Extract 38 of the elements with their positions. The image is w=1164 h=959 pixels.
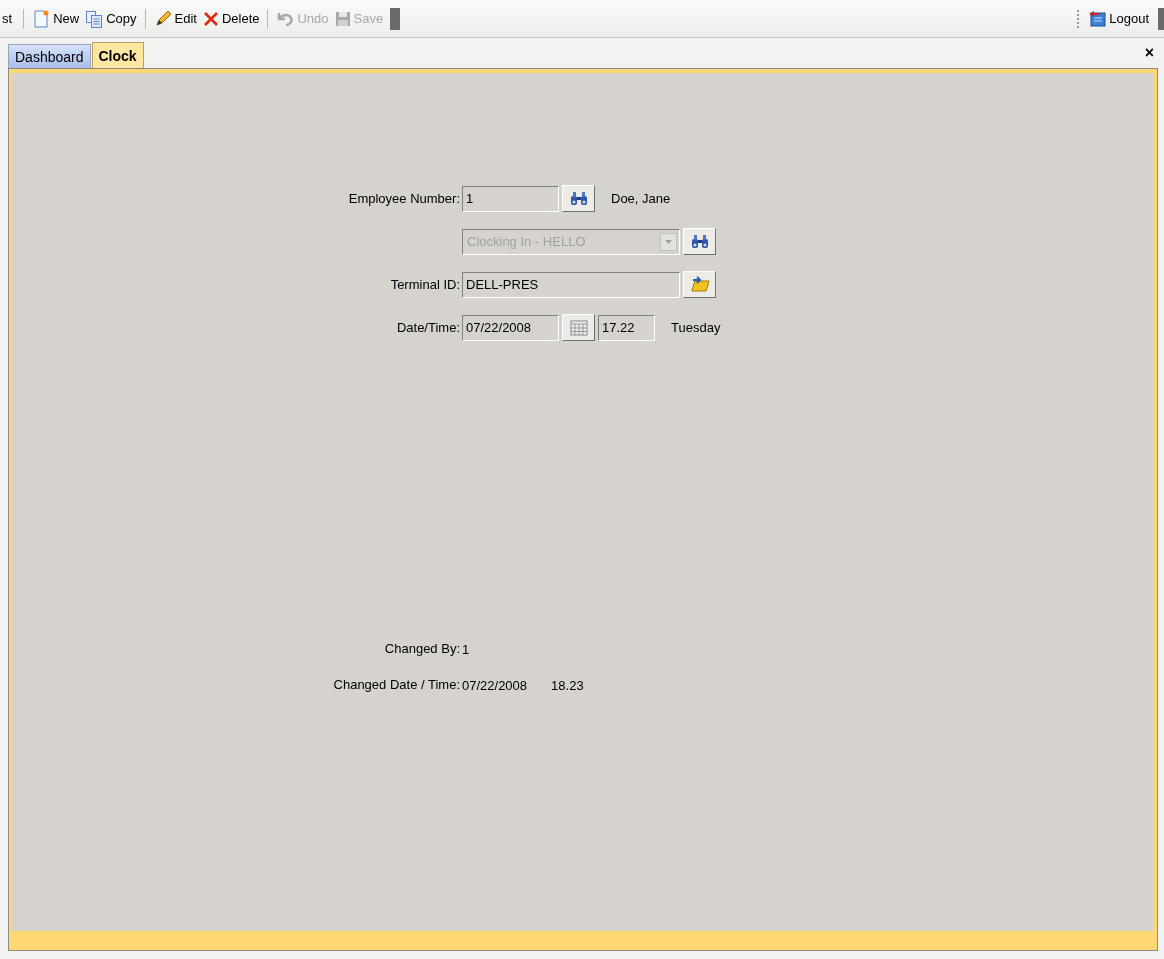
binoculars-icon bbox=[690, 234, 709, 249]
folder-arrow-icon bbox=[689, 276, 710, 293]
copy-icon bbox=[85, 9, 104, 28]
date-field[interactable]: 07/22/2008 bbox=[462, 314, 559, 341]
audit-label: Changed By: bbox=[383, 640, 461, 658]
logout-icon bbox=[1088, 10, 1107, 27]
select-button[interactable] bbox=[683, 271, 716, 298]
delete-button[interactable]: Delete bbox=[199, 8, 263, 29]
calendar-icon bbox=[569, 319, 588, 336]
employee-number-field[interactable]: 1 bbox=[462, 185, 559, 212]
weekday: Tuesday bbox=[671, 320, 721, 335]
time-field[interactable]: 17.22 bbox=[598, 314, 655, 341]
undo-icon bbox=[276, 10, 295, 27]
edit-button[interactable]: Edit bbox=[150, 7, 200, 30]
binoculars-icon bbox=[569, 191, 588, 206]
new-button[interactable]: New bbox=[29, 7, 83, 30]
terminal-id-field[interactable]: DELL-PRES bbox=[462, 271, 680, 298]
new-document-icon bbox=[32, 9, 51, 28]
toolbar-text: st bbox=[2, 11, 13, 26]
field-label: Terminal ID: bbox=[389, 277, 461, 292]
close-icon bbox=[202, 10, 219, 27]
close-tab-button[interactable]: × bbox=[1140, 44, 1158, 62]
save-icon bbox=[334, 10, 351, 27]
employee-name: Doe, Jane bbox=[611, 191, 671, 206]
tab[interactable]: Clock bbox=[91, 42, 144, 68]
search-button[interactable] bbox=[683, 228, 716, 255]
changed-by-value: 1 bbox=[462, 641, 470, 657]
audit-label: Changed Date / Time: bbox=[332, 676, 461, 694]
field-label: Employee Number: bbox=[347, 191, 461, 206]
copy-button[interactable]: Copy bbox=[82, 7, 140, 30]
calendar-button[interactable] bbox=[562, 314, 595, 341]
field-label: Date/Time: bbox=[395, 320, 461, 335]
tab[interactable]: Dashboard bbox=[8, 44, 91, 68]
logout-button[interactable]: Logout bbox=[1085, 8, 1152, 29]
changed-time-value: 18.23 bbox=[551, 677, 584, 693]
changed-date-value: 07/22/2008 bbox=[462, 677, 528, 693]
search-button[interactable] bbox=[562, 185, 595, 212]
pencil-icon bbox=[153, 9, 172, 28]
